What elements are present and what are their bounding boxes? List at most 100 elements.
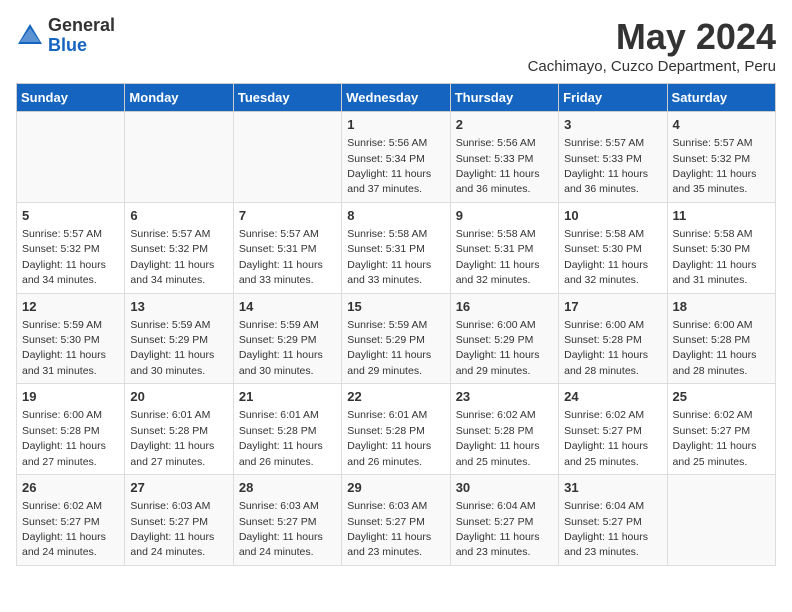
day-detail: Sunrise: 5:56 AM Sunset: 5:34 PM Dayligh… (347, 137, 431, 195)
day-detail: Sunrise: 5:58 AM Sunset: 5:31 PM Dayligh… (456, 228, 540, 286)
day-number: 21 (239, 388, 336, 406)
month-year: May 2024 (528, 16, 776, 58)
calendar-cell: 23 Sunrise: 6:02 AM Sunset: 5:28 PM Dayli… (450, 384, 558, 475)
page-header: General Blue May 2024 Cachimayo, Cuzco D… (16, 16, 776, 75)
calendar-cell: 29Sunrise: 6:03 AM Sunset: 5:27 PM Dayli… (342, 475, 450, 566)
day-number: 28 (239, 479, 336, 497)
calendar-cell (125, 112, 233, 203)
calendar-cell: 17 Sunrise: 6:00 AM Sunset: 5:28 PM Dayli… (559, 293, 667, 384)
day-number: 2 (456, 116, 553, 134)
calendar-header-row: SundayMondayTuesdayWednesdayThursdayFrid… (17, 84, 776, 112)
calendar-week-5: 26 Sunrise: 6:02 AM Sunset: 5:27 PM Dayli… (17, 475, 776, 566)
calendar-week-2: 5Sunrise: 5:57 AM Sunset: 5:32 PM Daylig… (17, 202, 776, 293)
day-number: 10 (564, 207, 661, 225)
day-number: 11 (673, 207, 770, 225)
day-number: 31 (564, 479, 661, 497)
day-number: 13 (130, 298, 227, 316)
day-number: 16 (456, 298, 553, 316)
calendar-cell: 30 Sunrise: 6:04 AM Sunset: 5:27 PM Dayli… (450, 475, 558, 566)
calendar-cell: 10 Sunrise: 5:58 AM Sunset: 5:30 PM Dayli… (559, 202, 667, 293)
day-detail: Sunrise: 5:59 AM Sunset: 5:29 PM Dayligh… (130, 319, 214, 377)
logo-text: General Blue (48, 16, 115, 56)
day-number: 1 (347, 116, 444, 134)
day-detail: Sunrise: 6:01 AM Sunset: 5:28 PM Dayligh… (239, 409, 323, 467)
calendar-week-3: 12Sunrise: 5:59 AM Sunset: 5:30 PM Dayli… (17, 293, 776, 384)
day-detail: Sunrise: 5:59 AM Sunset: 5:29 PM Dayligh… (347, 319, 431, 377)
calendar-cell: 27 Sunrise: 6:03 AM Sunset: 5:27 PM Dayli… (125, 475, 233, 566)
calendar-cell: 15 Sunrise: 5:59 AM Sunset: 5:29 PM Dayli… (342, 293, 450, 384)
calendar-week-4: 19 Sunrise: 6:00 AM Sunset: 5:28 PM Dayli… (17, 384, 776, 475)
calendar-cell: 3 Sunrise: 5:57 AM Sunset: 5:33 PM Daylig… (559, 112, 667, 203)
calendar-table: SundayMondayTuesdayWednesdayThursdayFrid… (16, 83, 776, 566)
calendar-cell: 24Sunrise: 6:02 AM Sunset: 5:27 PM Dayli… (559, 384, 667, 475)
day-number: 23 (456, 388, 553, 406)
logo: General Blue (16, 16, 115, 56)
day-number: 26 (22, 479, 119, 497)
day-detail: Sunrise: 5:56 AM Sunset: 5:33 PM Dayligh… (456, 137, 540, 195)
day-number: 29 (347, 479, 444, 497)
calendar-cell: 25Sunrise: 6:02 AM Sunset: 5:27 PM Dayli… (667, 384, 775, 475)
day-detail: Sunrise: 6:04 AM Sunset: 5:27 PM Dayligh… (564, 500, 648, 558)
day-detail: Sunrise: 6:04 AM Sunset: 5:27 PM Dayligh… (456, 500, 540, 558)
day-detail: Sunrise: 6:02 AM Sunset: 5:27 PM Dayligh… (22, 500, 106, 558)
day-detail: Sunrise: 5:58 AM Sunset: 5:30 PM Dayligh… (564, 228, 648, 286)
day-detail: Sunrise: 5:59 AM Sunset: 5:30 PM Dayligh… (22, 319, 106, 377)
day-number: 17 (564, 298, 661, 316)
calendar-cell: 13 Sunrise: 5:59 AM Sunset: 5:29 PM Dayli… (125, 293, 233, 384)
logo-icon (16, 22, 44, 50)
day-detail: Sunrise: 5:57 AM Sunset: 5:32 PM Dayligh… (673, 137, 757, 195)
calendar-cell: 8Sunrise: 5:58 AM Sunset: 5:31 PM Daylig… (342, 202, 450, 293)
column-header-sunday: Sunday (17, 84, 125, 112)
calendar-cell: 12Sunrise: 5:59 AM Sunset: 5:30 PM Dayli… (17, 293, 125, 384)
day-detail: Sunrise: 6:00 AM Sunset: 5:28 PM Dayligh… (673, 319, 757, 377)
location: Cachimayo, Cuzco Department, Peru (528, 58, 776, 75)
day-number: 27 (130, 479, 227, 497)
day-number: 20 (130, 388, 227, 406)
calendar-cell: 5Sunrise: 5:57 AM Sunset: 5:32 PM Daylig… (17, 202, 125, 293)
calendar-cell: 19 Sunrise: 6:00 AM Sunset: 5:28 PM Dayli… (17, 384, 125, 475)
calendar-cell: 22Sunrise: 6:01 AM Sunset: 5:28 PM Dayli… (342, 384, 450, 475)
day-number: 22 (347, 388, 444, 406)
calendar-cell: 6Sunrise: 5:57 AM Sunset: 5:32 PM Daylig… (125, 202, 233, 293)
calendar-cell: 20Sunrise: 6:01 AM Sunset: 5:28 PM Dayli… (125, 384, 233, 475)
calendar-cell: 7 Sunrise: 5:57 AM Sunset: 5:31 PM Daylig… (233, 202, 341, 293)
calendar-cell: 4 Sunrise: 5:57 AM Sunset: 5:32 PM Daylig… (667, 112, 775, 203)
calendar-cell (17, 112, 125, 203)
day-detail: Sunrise: 6:02 AM Sunset: 5:27 PM Dayligh… (564, 409, 648, 467)
day-detail: Sunrise: 6:03 AM Sunset: 5:27 PM Dayligh… (239, 500, 323, 558)
calendar-cell: 2 Sunrise: 5:56 AM Sunset: 5:33 PM Daylig… (450, 112, 558, 203)
day-number: 15 (347, 298, 444, 316)
day-number: 3 (564, 116, 661, 134)
column-header-monday: Monday (125, 84, 233, 112)
day-detail: Sunrise: 6:03 AM Sunset: 5:27 PM Dayligh… (130, 500, 214, 558)
day-detail: Sunrise: 6:00 AM Sunset: 5:28 PM Dayligh… (22, 409, 106, 467)
day-number: 30 (456, 479, 553, 497)
calendar-cell: 9 Sunrise: 5:58 AM Sunset: 5:31 PM Daylig… (450, 202, 558, 293)
calendar-cell (667, 475, 775, 566)
day-number: 19 (22, 388, 119, 406)
day-detail: Sunrise: 5:57 AM Sunset: 5:32 PM Dayligh… (22, 228, 106, 286)
day-number: 4 (673, 116, 770, 134)
column-header-tuesday: Tuesday (233, 84, 341, 112)
day-number: 25 (673, 388, 770, 406)
day-detail: Sunrise: 6:02 AM Sunset: 5:28 PM Dayligh… (456, 409, 540, 467)
calendar-cell: 1 Sunrise: 5:56 AM Sunset: 5:34 PM Daylig… (342, 112, 450, 203)
calendar-cell: 28 Sunrise: 6:03 AM Sunset: 5:27 PM Dayli… (233, 475, 341, 566)
day-number: 7 (239, 207, 336, 225)
column-header-friday: Friday (559, 84, 667, 112)
calendar-cell: 26 Sunrise: 6:02 AM Sunset: 5:27 PM Dayli… (17, 475, 125, 566)
calendar-week-1: 1 Sunrise: 5:56 AM Sunset: 5:34 PM Daylig… (17, 112, 776, 203)
day-detail: Sunrise: 5:58 AM Sunset: 5:31 PM Dayligh… (347, 228, 431, 286)
calendar-cell: 18Sunrise: 6:00 AM Sunset: 5:28 PM Dayli… (667, 293, 775, 384)
day-detail: Sunrise: 5:58 AM Sunset: 5:30 PM Dayligh… (673, 228, 757, 286)
calendar-cell: 14Sunrise: 5:59 AM Sunset: 5:29 PM Dayli… (233, 293, 341, 384)
logo-general: General (48, 15, 115, 35)
column-header-thursday: Thursday (450, 84, 558, 112)
day-detail: Sunrise: 5:57 AM Sunset: 5:33 PM Dayligh… (564, 137, 648, 195)
calendar-cell: 16Sunrise: 6:00 AM Sunset: 5:29 PM Dayli… (450, 293, 558, 384)
title-block: May 2024 Cachimayo, Cuzco Department, Pe… (528, 16, 776, 75)
day-number: 9 (456, 207, 553, 225)
day-detail: Sunrise: 6:00 AM Sunset: 5:28 PM Dayligh… (564, 319, 648, 377)
calendar-cell (233, 112, 341, 203)
day-detail: Sunrise: 5:57 AM Sunset: 5:31 PM Dayligh… (239, 228, 323, 286)
